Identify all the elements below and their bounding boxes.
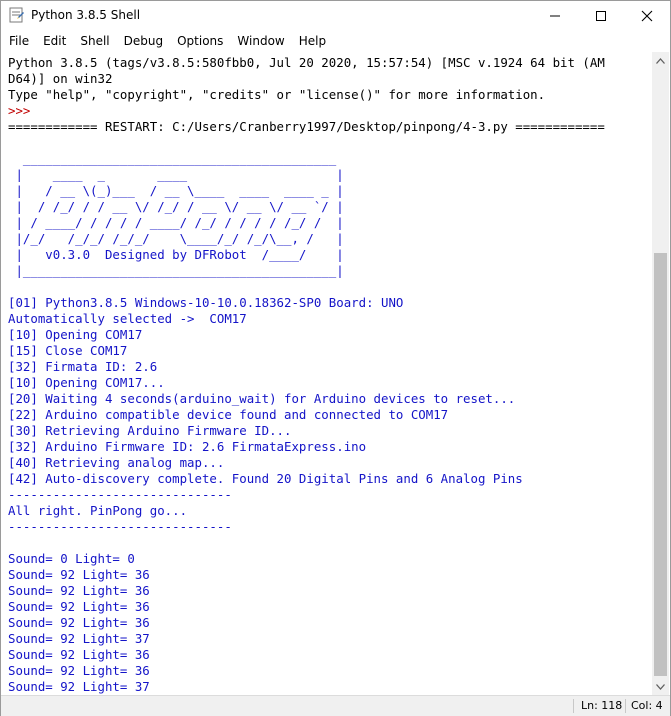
shell-output-line: [32] Arduino Firmware ID: 2.6 FirmataExp…: [8, 439, 367, 454]
chevron-up-icon: [656, 57, 665, 64]
minimize-icon: [550, 15, 560, 17]
shell-output-line: |_______________________________________…: [8, 263, 344, 278]
status-divider: [573, 699, 574, 713]
shell-output-line: Sound= 92 Light= 37: [8, 679, 150, 694]
minimize-button[interactable]: [532, 1, 578, 31]
scroll-down-button[interactable]: [652, 678, 669, 695]
shell-output-line: D64)] on win32: [8, 71, 113, 86]
maximize-icon: [596, 11, 606, 21]
shell-output-line: Sound= 92 Light= 36: [8, 615, 150, 630]
status-line-number: Ln: 118: [581, 699, 623, 712]
shell-output-line: Sound= 92 Light= 36: [8, 663, 150, 678]
shell-output-line: | / __ \(_)___ / __ \____ ____ ____ _ |: [8, 183, 344, 198]
shell-output-line: All right. PinPong go...: [8, 503, 188, 518]
shell-output-line: Automatically selected -> COM17: [8, 311, 247, 326]
menu-options[interactable]: Options: [170, 31, 230, 52]
shell-output-line: Sound= 92 Light= 36: [8, 567, 150, 582]
menu-bar: File Edit Shell Debug Options Window Hel…: [1, 31, 670, 52]
shell-output-line: | / /_/ / / __ \/ /_/ / __ \/ __ \/ __ `…: [8, 199, 344, 214]
menu-shell[interactable]: Shell: [73, 31, 116, 52]
shell-output-line: [10] Opening COM17...: [8, 375, 165, 390]
shell-output-line: | ____ _ ____ |: [8, 167, 344, 182]
menu-file[interactable]: File: [1, 31, 36, 52]
status-column-number: Col: 4: [631, 699, 663, 712]
menu-window[interactable]: Window: [230, 31, 291, 52]
idle-shell-window: Python 3.8.5 Shell File Edit Shell Debug…: [0, 0, 671, 716]
status-bar: Ln: 118 Col: 4: [1, 695, 670, 716]
shell-output-line: ------------------------------: [8, 487, 232, 502]
vertical-scrollbar[interactable]: [652, 52, 669, 695]
shell-output-line: [42] Auto-discovery complete. Found 20 D…: [8, 471, 523, 486]
shell-output-line: Sound= 92 Light= 36: [8, 583, 150, 598]
shell-output-line: |/_/ /_/_/ /_/_/ \____/_/ /_/\__, / |: [8, 231, 344, 246]
menu-help[interactable]: Help: [292, 31, 333, 52]
shell-output-line: [40] Retrieving analog map...: [8, 455, 225, 470]
shell-output-line: [22] Arduino compatible device found and…: [8, 407, 449, 422]
shell-output-line: [32] Firmata ID: 2.6: [8, 359, 158, 374]
shell-output-line: Sound= 92 Light= 37: [8, 631, 150, 646]
python-idle-icon: [9, 7, 24, 23]
menu-debug[interactable]: Debug: [117, 31, 170, 52]
shell-output-line: Python 3.8.5 (tags/v3.8.5:580fbb0, Jul 2…: [8, 55, 605, 70]
shell-output-line: ________________________________________…: [8, 151, 337, 166]
shell-prompt: >>>: [8, 103, 38, 118]
title-bar[interactable]: Python 3.8.5 Shell: [1, 1, 670, 31]
chevron-down-icon: [656, 683, 665, 690]
shell-output-line: | v0.3.0 Designed by DFRobot /____/ |: [8, 247, 344, 262]
shell-output-line: | / ____/ / / / / ____/ /_/ / / / / /_/ …: [8, 215, 344, 230]
shell-output-line: Type "help", "copyright", "credits" or "…: [8, 87, 546, 102]
scroll-up-button[interactable]: [652, 52, 669, 69]
status-divider: [625, 699, 626, 713]
shell-output-line: ============ RESTART: C:/Users/Cranberry…: [8, 119, 605, 134]
close-button[interactable]: [624, 1, 670, 31]
scrollbar-thumb[interactable]: [654, 253, 667, 676]
shell-text-area[interactable]: Python 3.8.5 (tags/v3.8.5:580fbb0, Jul 2…: [2, 52, 652, 695]
shell-output-line: [15] Close COM17: [8, 343, 128, 358]
shell-output-line: Sound= 0 Light= 0: [8, 551, 135, 566]
window-title: Python 3.8.5 Shell: [31, 8, 141, 22]
shell-output-line: [01] Python3.8.5 Windows-10-10.0.18362-S…: [8, 295, 404, 310]
maximize-button[interactable]: [578, 1, 624, 31]
shell-output-line: Sound= 92 Light= 36: [8, 647, 150, 662]
shell-output-line: ------------------------------: [8, 519, 232, 534]
shell-output-line: Sound= 92 Light= 36: [8, 599, 150, 614]
close-icon: [641, 10, 653, 22]
shell-output-line: [30] Retrieving Arduino Firmware ID...: [8, 423, 292, 438]
menu-edit[interactable]: Edit: [36, 31, 73, 52]
shell-output-line: [20] Waiting 4 seconds(arduino_wait) for…: [8, 391, 516, 406]
shell-output-line: [10] Opening COM17: [8, 327, 143, 342]
